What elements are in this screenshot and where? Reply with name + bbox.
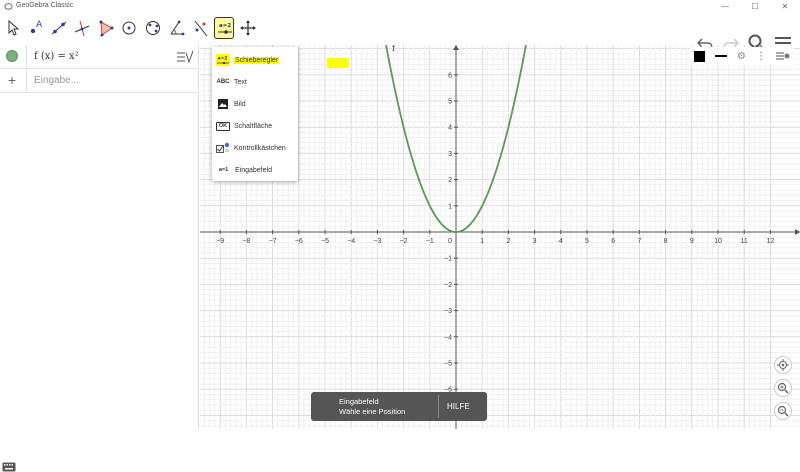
x-tick-label: −7 <box>269 238 277 245</box>
x-tick-label: 8 <box>664 238 668 245</box>
x-tick-label: 7 <box>637 238 641 245</box>
function-expression[interactable]: f (x) = x² <box>34 51 79 62</box>
settings-gear-icon[interactable]: ⚙ <box>737 51 746 62</box>
more-options-icon[interactable]: ⋮ <box>756 51 766 62</box>
algebra-style-icon[interactable] <box>175 49 195 65</box>
x-tick-label: −8 <box>242 238 250 245</box>
x-tick-label: −5 <box>321 238 329 245</box>
x-tick-label: 1 <box>480 238 484 245</box>
polygon-tool-icon[interactable] <box>96 17 116 39</box>
close-button[interactable]: ✕ <box>770 0 800 14</box>
algebra-input-field[interactable]: Eingabe... <box>34 75 79 86</box>
menu-item-input-box[interactable]: a=1 Eingabefeld <box>216 159 298 181</box>
window-title: GeoGebra Classic <box>16 2 74 9</box>
x-tick-label: 6 <box>611 238 615 245</box>
keyboard-icon[interactable] <box>2 462 16 472</box>
perpendicular-line-tool-icon[interactable] <box>72 17 92 39</box>
y-tick-label: −2 <box>444 282 452 289</box>
y-tick-label: 5 <box>448 99 452 106</box>
y-tick-label: 3 <box>448 151 452 158</box>
x-tick-label: 9 <box>690 238 694 245</box>
geogebra-logo-icon <box>4 3 13 11</box>
svg-text:A: A <box>36 20 43 30</box>
move-tool-icon[interactable] <box>3 17 23 39</box>
reflect-tool-icon[interactable] <box>191 17 211 39</box>
highlight-mark <box>327 58 349 68</box>
image-icon <box>216 98 230 110</box>
tool-dropdown-menu: a=2 Schieberegler ABC Text Bild OK Schal… <box>212 47 298 181</box>
y-tick-label: 1 <box>448 203 452 210</box>
graphics-style-bar: ⚙ ⋮ <box>690 47 794 65</box>
style-bar-toggle-icon[interactable] <box>776 50 790 62</box>
title-bar: GeoGebra Classic — ☐ ✕ <box>0 0 800 14</box>
x-tick-label: 12 <box>767 238 775 245</box>
x-axis-arrow <box>795 229 800 235</box>
snackbar-title: Eingabefeld <box>339 397 379 406</box>
svg-text:a=2: a=2 <box>218 56 228 62</box>
menu-item-button[interactable]: OK Schaltfläche <box>216 115 298 137</box>
add-item-icon[interactable]: + <box>8 72 16 88</box>
text-icon: ABC <box>216 79 230 85</box>
line-style-icon[interactable] <box>715 55 728 57</box>
slider-tool-icon[interactable]: a=2 <box>214 17 234 39</box>
tool-tip-snackbar: Eingabefeld Wähle eine Position HILFE <box>311 392 487 421</box>
y-tick-label: 4 <box>448 125 452 132</box>
help-button[interactable]: HILFE <box>447 402 470 411</box>
y-tick-label: −3 <box>444 308 452 315</box>
x-tick-label: 11 <box>741 238 748 245</box>
line-tool-icon[interactable] <box>49 17 69 39</box>
circle-tool-icon[interactable] <box>119 17 139 39</box>
x-tick-label: −4 <box>347 238 355 245</box>
point-tool-icon[interactable]: A <box>26 17 46 39</box>
visibility-marker[interactable] <box>6 50 18 62</box>
y-tick-label: −4 <box>444 334 452 341</box>
menu-item-checkbox[interactable]: Kontrollkästchen <box>216 137 298 159</box>
x-tick-label: −2 <box>400 238 408 245</box>
menu-item-slider[interactable]: a=2 Schieberegler <box>216 49 298 71</box>
zoom-out-icon[interactable] <box>774 402 792 420</box>
move-graphics-tool-icon[interactable] <box>238 17 258 39</box>
x-tick-label: 0 <box>448 238 452 245</box>
x-tick-label: 5 <box>585 238 589 245</box>
angle-tool-icon[interactable] <box>167 17 187 39</box>
y-axis-arrow <box>453 45 459 50</box>
snackbar-subtitle: Wähle eine Position <box>339 407 406 416</box>
x-tick-label: −9 <box>216 238 224 245</box>
algebra-input-row[interactable]: + Eingabe... <box>0 69 199 93</box>
x-tick-label: 3 <box>533 238 537 245</box>
menu-item-text[interactable]: ABC Text <box>216 71 298 93</box>
x-tick-label: 10 <box>714 238 722 245</box>
minimize-button[interactable]: — <box>710 0 740 14</box>
x-tick-label: 4 <box>559 238 563 245</box>
x-tick-label: −6 <box>295 238 303 245</box>
checkbox-icon <box>216 142 230 154</box>
zoom-in-icon[interactable] <box>774 379 792 397</box>
slider-icon: a=2 <box>216 54 230 66</box>
x-tick-label: 2 <box>506 238 510 245</box>
svg-text:a=2: a=2 <box>219 23 231 29</box>
y-tick-label: −1 <box>444 256 452 263</box>
color-picker-icon[interactable] <box>694 50 706 62</box>
menu-item-image[interactable]: Bild <box>216 93 298 115</box>
standard-view-icon[interactable] <box>774 356 792 374</box>
ellipse-tool-icon[interactable] <box>143 17 163 39</box>
y-tick-label: −5 <box>444 361 452 368</box>
y-tick-label: 2 <box>448 177 452 184</box>
y-tick-label: 6 <box>448 72 452 79</box>
x-tick-label: −3 <box>373 238 381 245</box>
algebra-view: f (x) = x² + Eingabe... <box>0 45 199 472</box>
input-box-icon: a=1 <box>218 167 229 173</box>
maximize-button[interactable]: ☐ <box>740 0 770 14</box>
button-icon: OK <box>216 121 230 131</box>
algebra-row-function[interactable]: f (x) = x² <box>0 45 199 69</box>
toolbar: A a=2 <box>0 14 800 52</box>
x-tick-label: −1 <box>426 238 434 245</box>
